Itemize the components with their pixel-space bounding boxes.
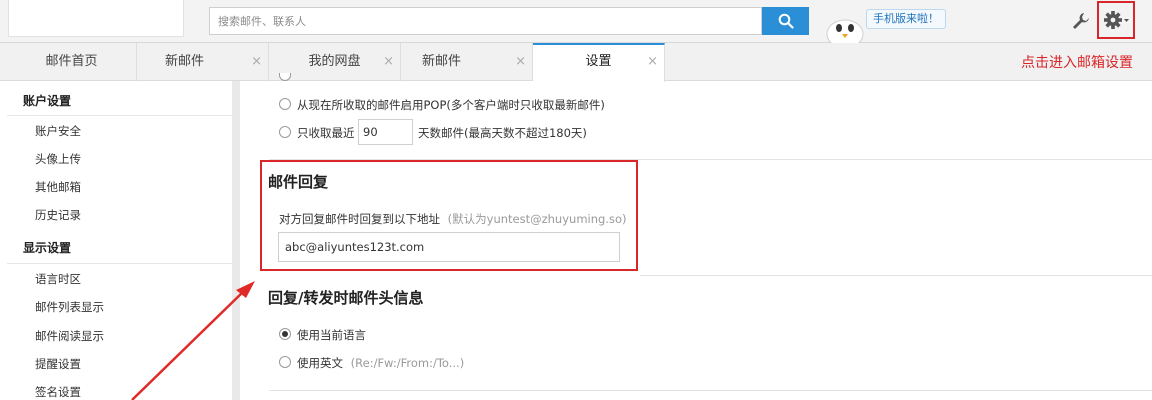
chevron-down-icon [1124,19,1129,22]
divider [7,263,232,264]
reply-section-title: 邮件回复 [268,173,329,191]
divider [269,390,1152,391]
reply-address-label: 对方回复邮件时回复到以下地址 (默认为yuntest@zhuyuming.so) [279,211,626,227]
header-current-language-radio[interactable] [279,328,291,340]
pop-recent-radio[interactable] [279,126,291,138]
sidebar-heading-account: 账户设置 [23,94,72,108]
search-box[interactable] [209,7,762,35]
tab-label: 我的网盘 [308,54,361,69]
reply-default-hint: (默认为yuntest@zhuyuming.so) [447,212,627,226]
close-icon[interactable]: × [647,45,658,79]
reply-label-text: 对方回复邮件时回复到以下地址 [279,212,440,226]
search-icon [778,13,794,29]
wrench-icon[interactable] [1070,10,1092,32]
sidebar-item-read-display[interactable]: 邮件阅读显示 [35,328,104,344]
logo-area [8,0,184,37]
sidebar-item-language-timezone[interactable]: 语言时区 [35,271,81,287]
close-icon[interactable]: × [383,43,394,81]
sidebar-scrollbar[interactable] [232,81,240,400]
sidebar-heading-display: 显示设置 [23,241,72,255]
settings-sidebar: 账户设置 账户安全 头像上传 其他邮箱 历史记录 显示设置 语言时区 邮件列表显… [7,81,233,400]
pop-all-label: 从现在所收取的邮件启用POP(多个客户端时只收取最新邮件) [297,98,605,112]
header-current-language-label: 使用当前语言 [297,328,366,342]
sidebar-item-account-security[interactable]: 账户安全 [35,123,81,139]
divider [640,275,1152,276]
top-bar: 手机版来啦！ [0,0,1152,44]
header-english-hint: (Re:/Fw:/From:/To...) [350,356,465,370]
divider [7,115,232,116]
recent-days-input[interactable] [358,119,413,145]
annotation-text: 点击进入邮箱设置 [1021,55,1133,71]
sidebar-item-other-mailbox[interactable]: 其他邮箱 [35,179,81,195]
search-button[interactable] [762,7,809,35]
sidebar-item-history[interactable]: 历史记录 [35,207,81,223]
tab-label: 设置 [585,54,612,69]
mascot-icon [826,19,864,44]
close-icon[interactable]: × [515,43,526,81]
search-input[interactable] [210,8,761,34]
tab-label: 邮件首页 [45,54,98,69]
header-english-radio[interactable] [279,356,291,368]
close-icon[interactable]: × [251,43,262,81]
pop-recent-suffix: 天数邮件(最高天数不超过180天) [418,126,587,140]
tab-label: 新邮件 [421,54,461,69]
tab-new-mail-2[interactable]: 新邮件 × [401,43,533,81]
sidebar-item-list-display[interactable]: 邮件列表显示 [35,299,104,315]
header-info-section-title: 回复/转发时邮件头信息 [268,289,424,307]
sidebar-item-avatar-upload[interactable]: 头像上传 [35,151,81,167]
tab-new-mail-1[interactable]: 新邮件 × [137,43,269,81]
tab-settings[interactable]: 设置 × [533,43,665,82]
tab-bar: 邮件首页 新邮件 × 我的网盘 × 新邮件 × 设置 × [0,43,1152,82]
mobile-version-badge[interactable]: 手机版来啦！ [866,9,946,29]
settings-button[interactable] [1097,1,1135,39]
sidebar-item-reminder[interactable]: 提醒设置 [35,356,81,372]
sidebar-item-signature[interactable]: 签名设置 [35,384,81,400]
tab-label: 新邮件 [164,54,204,69]
gear-icon [1104,11,1129,29]
header-english-text: 使用英文 [297,356,343,370]
header-english-label: 使用英文 (Re:/Fw:/From:/To...) [297,355,464,371]
pop-all-radio[interactable] [279,98,291,110]
reply-address-input[interactable] [278,232,620,262]
pop-recent-prefix: 只收取最近 [297,126,355,140]
tab-mail-home[interactable]: 邮件首页 [7,43,137,81]
